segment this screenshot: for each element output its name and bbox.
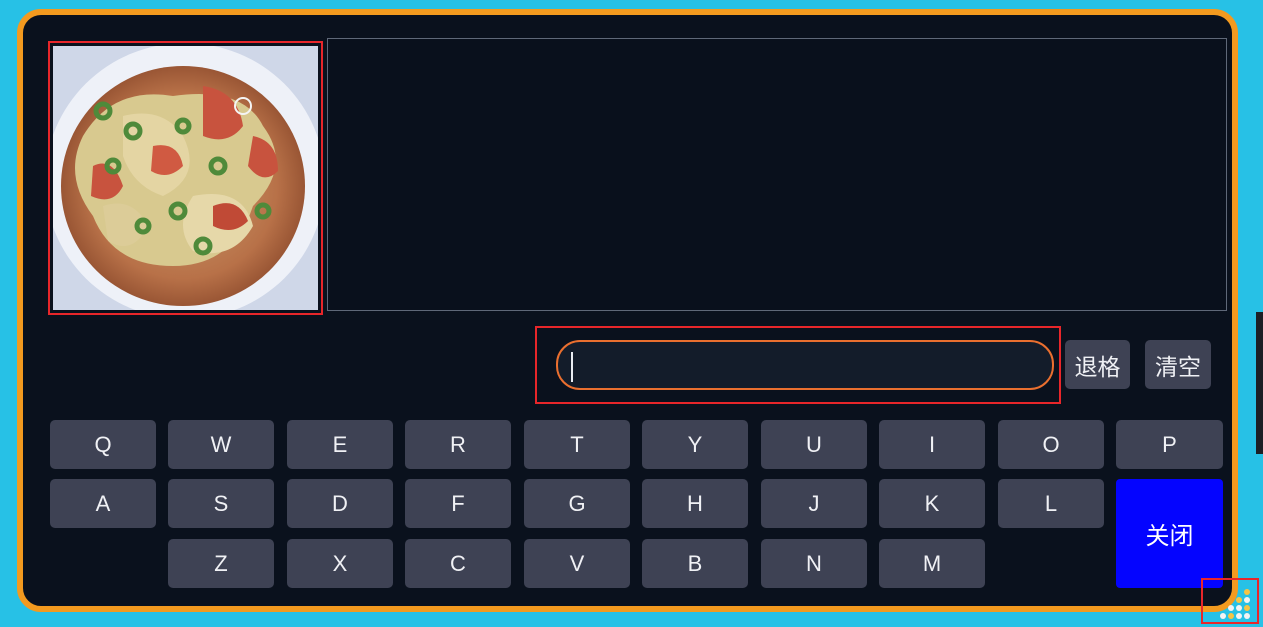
- key-a[interactable]: A: [50, 479, 156, 528]
- key-i[interactable]: I: [879, 420, 985, 469]
- key-n[interactable]: N: [761, 539, 867, 588]
- key-c[interactable]: C: [405, 539, 511, 588]
- clear-button[interactable]: 清空: [1145, 340, 1211, 389]
- key-x[interactable]: X: [287, 539, 393, 588]
- key-d[interactable]: D: [287, 479, 393, 528]
- key-j[interactable]: J: [761, 479, 867, 528]
- key-y[interactable]: Y: [642, 420, 748, 469]
- text-caret: [571, 352, 573, 382]
- key-u[interactable]: U: [761, 420, 867, 469]
- key-v[interactable]: V: [524, 539, 630, 588]
- key-g[interactable]: G: [524, 479, 630, 528]
- key-w[interactable]: W: [168, 420, 274, 469]
- key-b[interactable]: B: [642, 539, 748, 588]
- key-o[interactable]: O: [998, 420, 1104, 469]
- key-s[interactable]: S: [168, 479, 274, 528]
- key-t[interactable]: T: [524, 420, 630, 469]
- key-p[interactable]: P: [1116, 420, 1223, 469]
- food-photo-image: [53, 46, 318, 310]
- key-e[interactable]: E: [287, 420, 393, 469]
- key-q[interactable]: Q: [50, 420, 156, 469]
- backspace-button[interactable]: 退格: [1065, 340, 1130, 389]
- close-button[interactable]: 关闭: [1116, 479, 1223, 588]
- photo-thumbnail-frame[interactable]: [48, 41, 323, 315]
- grip-dots-icon[interactable]: [1214, 584, 1254, 620]
- key-l[interactable]: L: [998, 479, 1104, 528]
- key-f[interactable]: F: [405, 479, 511, 528]
- key-h[interactable]: H: [642, 479, 748, 528]
- food-photo[interactable]: [53, 46, 318, 310]
- candidate-display-area: [327, 38, 1227, 311]
- side-edge-strip: [1256, 312, 1263, 454]
- text-input-field[interactable]: [556, 340, 1054, 390]
- key-k[interactable]: K: [879, 479, 985, 528]
- key-z[interactable]: Z: [168, 539, 274, 588]
- key-m[interactable]: M: [879, 539, 985, 588]
- key-r[interactable]: R: [405, 420, 511, 469]
